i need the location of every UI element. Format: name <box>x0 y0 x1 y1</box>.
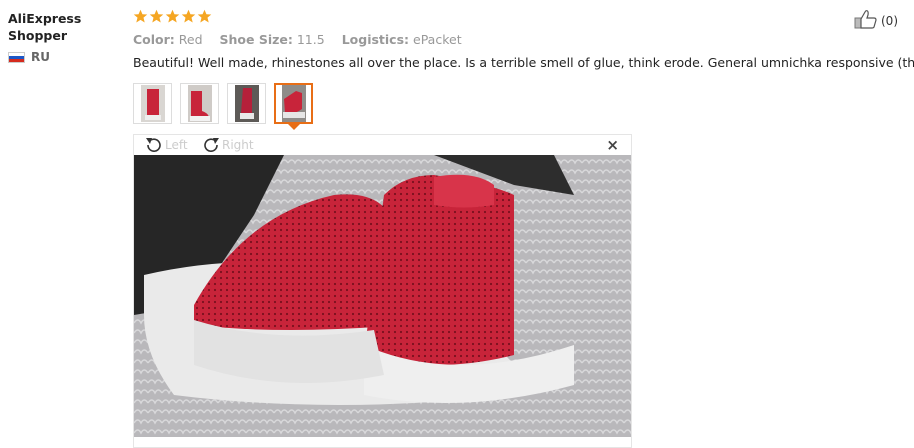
attr-label-size: Shoe Size: <box>219 32 293 47</box>
close-icon[interactable]: × <box>606 138 619 153</box>
order-attributes: Color: Red Shoe Size: 11.5 Logistics: eP… <box>133 32 903 48</box>
attr-label-logistics: Logistics: <box>341 32 410 47</box>
reviewer-country: RU <box>8 50 118 64</box>
rotate-left-icon <box>146 138 161 152</box>
star-icon <box>181 9 196 23</box>
rotate-right-label: Right <box>222 138 254 152</box>
review-thumbnail[interactable] <box>133 83 172 124</box>
thumbnail-image <box>187 85 212 122</box>
image-viewer: Left Right × <box>133 134 632 448</box>
star-rating <box>133 9 903 26</box>
attr-value-logistics: ePacket <box>413 32 462 47</box>
country-code: RU <box>31 50 50 64</box>
thumbnail-image <box>234 85 259 122</box>
star-icon <box>165 9 180 23</box>
reviewer-name: AliExpress Shopper <box>8 11 82 43</box>
thumbnail-image <box>140 85 165 122</box>
review-thumbnail[interactable] <box>180 83 219 124</box>
review-photo <box>134 155 631 437</box>
attr-value-size: 11.5 <box>296 32 325 47</box>
rotate-left-label: Left <box>165 138 188 152</box>
attr-label-color: Color: <box>133 32 175 47</box>
star-icon <box>149 9 164 23</box>
active-thumbnail-pointer <box>287 124 300 130</box>
review-thumbnails <box>133 83 313 130</box>
rotate-right-button[interactable]: Right <box>201 136 254 154</box>
thumbnail-image <box>281 85 306 122</box>
russia-flag-icon <box>8 51 25 63</box>
attr-value-color: Red <box>178 32 203 47</box>
rotate-right-icon <box>204 138 219 152</box>
review-body: Color: Red Shoe Size: 11.5 Logistics: eP… <box>133 9 914 71</box>
review-text: Beautiful! Well made, rhinestones all ov… <box>133 55 914 70</box>
reviewer-info: AliExpress Shopper RU <box>8 10 118 64</box>
review-thumbnail[interactable] <box>227 83 266 124</box>
star-icon <box>133 9 148 23</box>
review-thumbnail-active[interactable] <box>274 83 313 130</box>
rotate-left-button[interactable]: Left <box>144 136 188 154</box>
star-icon <box>197 9 212 23</box>
viewer-toolbar: Left Right × <box>134 135 631 155</box>
